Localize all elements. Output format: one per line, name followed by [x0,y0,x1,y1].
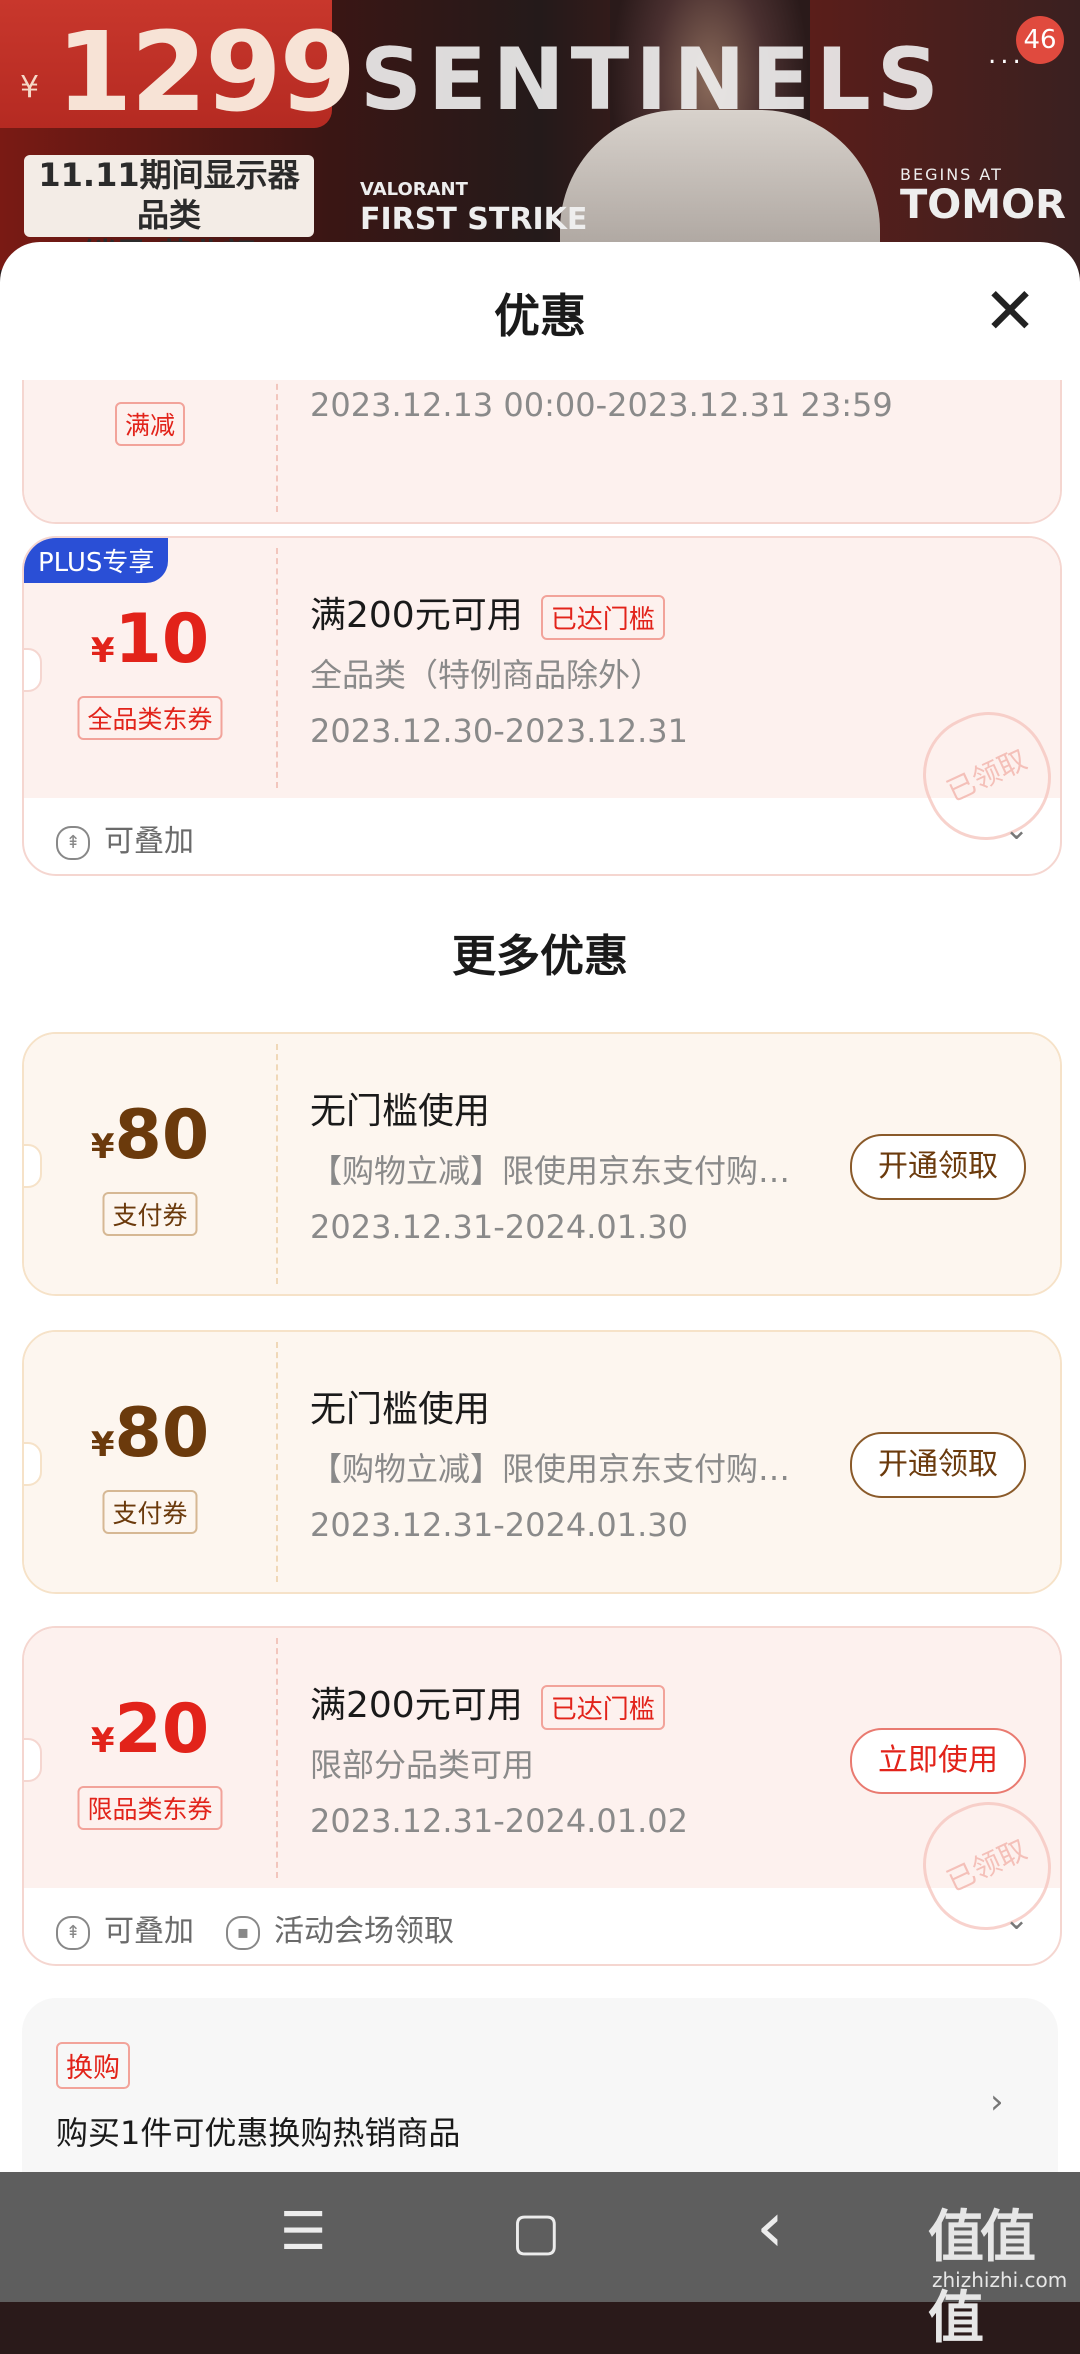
condition-text: 满200元可用 [310,1685,523,1726]
back-icon[interactable]: ‹ [730,2186,810,2268]
chevron-down-icon[interactable]: ⌄ [1004,1902,1029,1937]
caption-first-strike: FIRST STRIKE [360,202,588,237]
chevron-down-icon[interactable]: ⌄ [1004,812,1029,847]
coupon-type-tag: 限品类东券 [77,1786,223,1830]
banner-price: 1299 [56,8,356,136]
chevron-right-icon[interactable]: › [990,2082,1004,2122]
coupon-footer[interactable]: ⇞ 可叠加 ▪ 活动会场领取 ⌄ [24,1888,1060,1964]
coupon-date: 2023.12.30-2023.12.31 [310,712,688,750]
use-now-button[interactable]: 立即使用 [850,1728,1026,1794]
coupon-card-limited[interactable]: ¥20 限品类东券 满200元可用 已达门槛 限部分品类可用 2023.12.31… [22,1626,1062,1966]
currency-symbol: ¥ [90,1425,115,1465]
sheet-title: 优惠 [494,289,586,343]
currency-symbol: ¥ [90,1721,115,1761]
stackable-text: 可叠加 [104,1914,194,1949]
coupon-type-tag: 支付券 [102,1192,198,1236]
stackable-label: ⇞ 可叠加 [56,1906,194,1950]
activate-claim-button[interactable]: 开通领取 [850,1134,1026,1200]
caption-tomor: TOMOR [900,182,1066,228]
coupon-scope: 【购物立减】限使用京东支付购… [310,1450,791,1488]
system-nav-bar: ☰ ▢ ‹ 值值值 zhizhizhi.com [0,2172,1080,2351]
image-count-badge: 46 [1016,16,1064,64]
coupon-amount: ¥20 [24,1690,276,1769]
coupon-date: 2023.12.13 00:00-2023.12.31 23:59 [310,386,893,424]
threshold-reached-badge: 已达门槛 [540,594,665,640]
activate-claim-button[interactable]: 开通领取 [850,1432,1026,1498]
banner-left-caption: VALORANT FIRST STRIKE [360,175,587,235]
watermark-url: zhizhizhi.com [932,2268,1068,2292]
plus-badge: PLUS专享 [24,538,169,583]
product-banner: SENTINELS ¥ 1299 11.11期间显示器品类 销量/营业额 VAL… [0,0,1080,270]
amount-value: 20 [114,1690,210,1769]
price-symbol: ¥ [20,70,40,105]
coupon-amount: ¥80 [24,1394,276,1473]
coupon-divider [276,1342,278,1582]
stackable-label: ⇞ 可叠加 [56,816,194,860]
coupon-date: 2023.12.31-2024.01.30 [310,1506,688,1544]
coupon-card-cut: 满减 2023.12.13 00:00-2023.12.31 23:59 [22,380,1062,524]
venue-icon: ▪ [226,1915,260,1950]
venue-label: ▪ 活动会场领取 [226,1906,454,1950]
coupon-condition: 无门槛使用 [310,1091,491,1132]
coupon-scope: 全品类（特例商品除外） [310,656,663,694]
sales-caption: 11.11期间显示器品类 销量/营业额 [24,155,314,270]
coupon-footer[interactable]: ⇞ 可叠加 ⌄ [24,798,1060,874]
condition-text: 满200元可用 [310,595,523,636]
venue-text: 活动会场领取 [274,1914,454,1949]
coupon-divider [276,1638,278,1878]
coupon-divider [276,548,278,788]
coupon-divider [276,1044,278,1284]
coupon-date: 2023.12.31-2024.01.30 [310,1208,688,1246]
amount-value: 80 [114,1394,210,1473]
stack-icon: ⇞ [56,1915,90,1950]
coupon-scope: 限部分品类可用 [310,1746,535,1784]
coupon-amount: ¥10 [24,600,276,679]
coupon-card-pay-2[interactable]: ¥80 支付券 无门槛使用 【购物立减】限使用京东支付购… 2023.12.31… [22,1330,1062,1594]
coupon-divider [276,380,278,512]
amount-value: 80 [114,1096,210,1175]
coupon-condition: 满200元可用 已达门槛 [310,586,665,640]
currency-symbol: ¥ [90,1127,115,1167]
price-box: ¥ 1299 [0,0,356,136]
sales-line1: 11.11期间显示器品类 [38,156,300,234]
stack-icon: ⇞ [56,825,90,860]
currency-symbol: ¥ [90,631,115,671]
banner-word: SENTINELS [360,30,945,130]
coupon-list[interactable]: 满减 2023.12.13 00:00-2023.12.31 23:59 PLU… [0,380,1080,2172]
swap-text: 购买1件可优惠换购热销商品 [56,2114,461,2152]
stackable-text: 可叠加 [104,824,194,859]
close-icon[interactable]: ✕ [980,280,1040,344]
amount-value: 10 [114,600,210,679]
coupon-amount: ¥80 [24,1096,276,1175]
coupon-scope: 【购物立减】限使用京东支付购… [310,1152,791,1190]
coupon-condition: 无门槛使用 [310,1389,491,1430]
home-icon[interactable]: ▢ [496,2202,576,2262]
coupon-sheet: 优惠 ✕ 满减 2023.12.13 00:00-2023.12.31 23:5… [0,242,1080,2172]
caption-valorant: VALORANT [360,179,468,200]
coupon-card-plus[interactable]: PLUS专享 ¥10 全品类东券 满200元可用 已达门槛 全品类（特例商品除外）… [22,536,1062,876]
coupon-card-pay-1[interactable]: ¥80 支付券 无门槛使用 【购物立减】限使用京东支付购… 2023.12.31… [22,1032,1062,1296]
more-offers-title: 更多优惠 [452,931,628,982]
coupon-type-tag: 支付券 [102,1490,198,1534]
menu-icon[interactable]: ☰ [263,2202,343,2262]
coupon-condition: 满200元可用 已达门槛 [310,1676,665,1730]
coupon-tag: 满减 [114,402,186,446]
coupon-type-tag: 全品类东券 [77,696,223,740]
coupon-date: 2023.12.31-2024.01.02 [310,1802,688,1840]
swap-purchase-card[interactable]: 换购 购买1件可优惠换购热销商品 › [22,1998,1058,2172]
swap-tag: 换购 [56,2042,130,2089]
threshold-reached-badge: 已达门槛 [540,1684,665,1730]
